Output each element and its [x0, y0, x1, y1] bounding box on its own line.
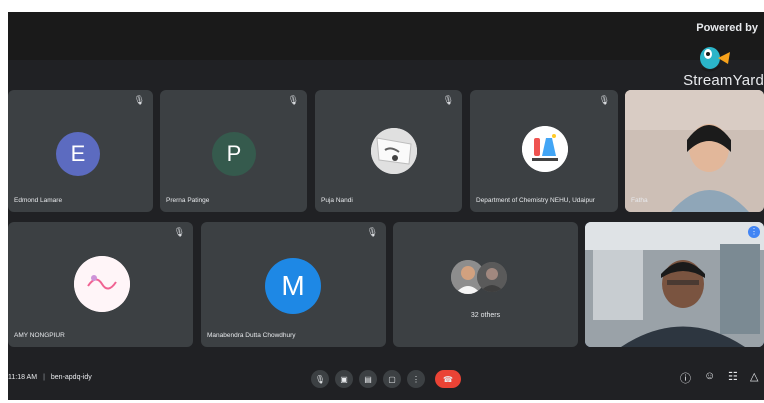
streamyard-wordmark: StreamYard [683, 72, 764, 89]
participant-tile[interactable]: 🎙︎ Puja Nandi [315, 90, 462, 212]
streamyard-logo-icon [700, 47, 730, 72]
self-video [585, 222, 764, 347]
avatar [74, 256, 130, 312]
more-options-icon[interactable]: ⋮ [407, 370, 425, 388]
mic-icon: 🎙︎ [173, 227, 185, 237]
more-options-icon[interactable]: ⋮ [748, 226, 760, 238]
avatar: P [212, 132, 256, 176]
mic-icon: 🎙︎ [366, 227, 378, 237]
bottom-bar: 11:18 AM | ben-apdq-idy 🎙︎ ▣ ▤ ▢ ⋮ ☎︎ ⓘ ☺︎… [8, 360, 764, 400]
mic-icon: 🎙︎ [133, 95, 145, 105]
activities-icon[interactable]: △ [750, 370, 758, 383]
meeting-code[interactable]: ben-apdq-idy [51, 374, 92, 381]
avatar [522, 126, 568, 172]
participant-tile[interactable]: 🎙︎ P Prerna Patinge [160, 90, 307, 212]
participant-tile[interactable]: 🎙︎ E Edmond Lamare [8, 90, 153, 212]
people-icon[interactable]: ☺︎ [704, 370, 715, 382]
avatar [371, 128, 417, 174]
powered-by-text: Powered by [696, 22, 758, 34]
mic-icon: 🎙︎ [598, 95, 610, 105]
self-video-tile[interactable]: ⋮ [585, 222, 764, 347]
participant-tile[interactable]: 🎙︎ M Manabendra Dutta Chowdhury [201, 222, 386, 347]
top-bar [8, 12, 764, 60]
participant-name: Edmond Lamare [14, 197, 63, 204]
participant-name: AMY NONGPIUR [14, 332, 65, 339]
participant-name: Department of Chemistry NEHU, Udaipur [476, 197, 595, 204]
participant-video [625, 90, 764, 212]
camera-icon[interactable]: ▣ [335, 370, 353, 388]
participant-name: Manabendra Dutta Chowdhury [207, 332, 296, 339]
mic-icon[interactable]: 🎙︎ [311, 370, 329, 388]
avatar: M [265, 258, 321, 314]
chat-icon[interactable]: ☷ [728, 370, 738, 383]
present-icon[interactable]: ▢ [383, 370, 401, 388]
participant-tile[interactable]: 🎙︎ AMY NONGPIUR [8, 222, 193, 347]
others-tile[interactable]: 32 others [393, 222, 578, 347]
avatar: E [56, 132, 100, 176]
participant-video-tile[interactable]: Fatha [625, 90, 764, 212]
meeting-details: 11:18 AM | ben-apdq-idy [8, 374, 92, 381]
mic-icon: 🎙︎ [442, 95, 454, 105]
info-icon[interactable]: ⓘ [680, 370, 691, 386]
captions-icon[interactable]: ▤ [359, 370, 377, 388]
participant-tile[interactable]: 🎙︎ Department of Chemistry NEHU, Udaipur [470, 90, 618, 212]
mic-icon: 🎙︎ [287, 95, 299, 105]
avatar [477, 262, 507, 292]
end-call-icon[interactable]: ☎︎ [435, 370, 461, 388]
clock-time: 11:18 AM [8, 374, 38, 381]
participant-name: Puja Nandi [321, 197, 353, 204]
others-count: 32 others [470, 312, 501, 319]
branding: Powered by StreamYard [654, 20, 764, 98]
meet-window: Powered by StreamYard 🎙︎ E Edmond Lamare… [8, 12, 764, 400]
participant-name: Prerna Patinge [166, 197, 210, 204]
participant-name: Fatha [631, 197, 648, 204]
